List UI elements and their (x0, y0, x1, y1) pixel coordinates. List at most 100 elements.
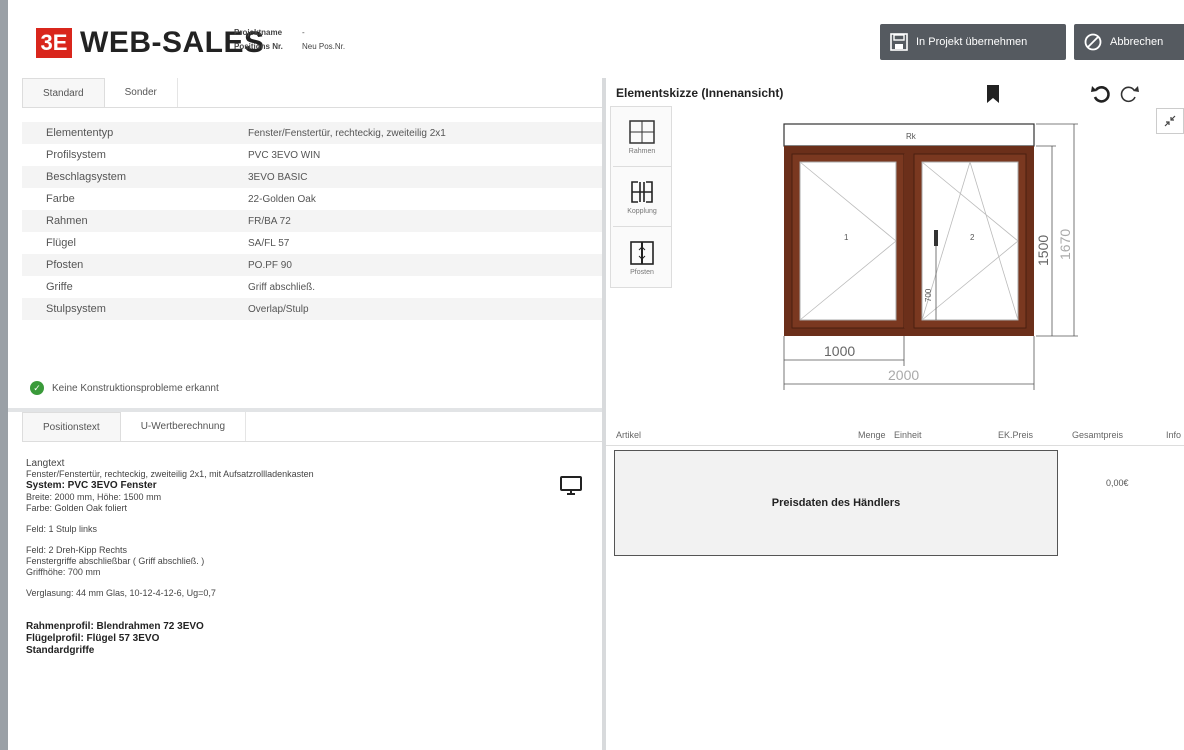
status-text: Keine Konstruktionsprobleme erkannt (52, 382, 219, 394)
left-pane-label: 1 (844, 233, 849, 242)
table-row[interactable]: Flügel SA/FL 57 (22, 232, 602, 254)
tool-label: Kopplung (627, 208, 657, 215)
property-value: FR/BA 72 (248, 215, 291, 227)
longtext-line: Breite: 2000 mm, Höhe: 1500 mm (26, 492, 162, 502)
property-key: Beschlagsystem (46, 171, 127, 183)
save-to-project-button[interactable]: In Projekt übernehmen (880, 24, 1066, 60)
property-key: Griffe (46, 281, 73, 293)
longtext-line: Farbe: Golden Oak foliert (26, 503, 128, 513)
property-value: SA/FL 57 (248, 237, 290, 249)
cancel-icon (1084, 33, 1102, 51)
coupling-icon (631, 181, 653, 203)
total-price-value: 0,00€ (1106, 478, 1129, 488)
table-row[interactable]: Farbe 22-Golden Oak (22, 188, 602, 210)
property-key: Pfosten (46, 259, 84, 271)
undo-icon[interactable] (1090, 82, 1112, 104)
property-value: PO.PF 90 (248, 259, 292, 271)
tab-u-wert[interactable]: U-Wertberechnung (121, 412, 247, 441)
property-key: Farbe (46, 193, 75, 205)
longtext-line: Verglasung: 44 mm Glas, 10-12-4-12-6, Ug… (26, 588, 216, 598)
sketch-panel: Elementskizze (Innenansicht) Rahmen Kopp… (606, 78, 1184, 750)
column-header-artikel[interactable]: Artikel (616, 430, 641, 440)
longtext-line: Fenstergriffe abschließbar ( Griff absch… (26, 556, 205, 566)
company-logo: 3E (36, 28, 72, 58)
position-value: Neu Pos.Nr. (302, 42, 346, 51)
cancel-button-label: Abbrechen (1110, 36, 1164, 48)
longtext-heading: Langtext (26, 458, 65, 469)
longtext-line: Griffhöhe: 700 mm (26, 567, 101, 577)
dim-width-pane: 1000 (824, 343, 855, 359)
header-meta: Projektname - Positions Nr. Neu Pos.Nr. (234, 26, 345, 54)
tool-pfosten[interactable]: Pfosten (613, 229, 671, 287)
table-row[interactable]: Beschlagsystem 3EVO BASIC (22, 166, 602, 188)
window-left-edge (0, 0, 8, 750)
property-value: Fenster/Fenstertür, rechteckig, zweiteil… (248, 127, 446, 139)
properties-tabs: Standard Sonder (22, 78, 602, 108)
tab-sonder[interactable]: Sonder (105, 78, 178, 107)
table-row[interactable]: Profilsystem PVC 3EVO WIN (22, 144, 602, 166)
longtext-line: Fenster/Fenstertür, rechteckig, zweiteil… (26, 469, 314, 479)
handle-height-label: 700 (924, 288, 933, 302)
table-row[interactable]: Elemententyp Fenster/Fenstertür, rechteck… (22, 122, 602, 144)
tool-label: Pfosten (630, 268, 654, 276)
save-icon (890, 33, 908, 51)
sketch-toolbar: Rahmen Kopplung Pfosten (610, 106, 672, 288)
long-text: Langtext Fenster/Fenstertür, rechteckig,… (26, 458, 486, 667)
column-header-gesamtpreis[interactable]: Gesamtpreis (1072, 430, 1123, 440)
table-row[interactable]: Pfosten PO.PF 90 (22, 254, 602, 276)
collapse-button[interactable] (1156, 108, 1184, 134)
sketch-title: Elementskizze (Innenansicht) (616, 86, 784, 100)
property-key: Rahmen (46, 215, 88, 227)
window-handle (934, 230, 938, 246)
dim-height-inner: 1500 (1035, 235, 1051, 266)
longtext-line: Feld: 2 Dreh-Kipp Rechts (26, 545, 128, 555)
properties-panel: Standard Sonder Elemententyp Fenster/Fens… (22, 78, 602, 408)
check-circle-icon: ✓ (30, 381, 44, 395)
properties-table: Elemententyp Fenster/Fenstertür, rechteck… (22, 122, 602, 320)
monitor-icon[interactable] (560, 476, 582, 496)
position-label: Positions Nr. (234, 42, 283, 51)
tool-kopplung[interactable]: Kopplung (613, 169, 671, 227)
column-header-menge[interactable]: Menge (858, 430, 886, 440)
longtext-bold-line: Rahmenprofil: Blendrahmen 72 3EVO (26, 621, 204, 632)
tool-label: Rahmen (628, 148, 656, 155)
dealer-price-box[interactable]: Preisdaten des Händlers (614, 450, 1058, 556)
construction-status: ✓ Keine Konstruktionsprobleme erkannt (30, 381, 219, 395)
mullion (904, 154, 914, 328)
price-grid-header: Artikel Menge Einheit EK.Preis Gesamtpre… (606, 422, 1184, 446)
frame-icon (629, 120, 655, 144)
property-value: PVC 3EVO WIN (248, 149, 321, 161)
position-text-panel: Positionstext U-Wertberechnung Langtext … (22, 412, 602, 750)
column-header-info[interactable]: Info (1166, 430, 1181, 440)
tab-standard[interactable]: Standard (22, 78, 105, 107)
dim-height-total: 1670 (1057, 229, 1073, 260)
redo-icon[interactable] (1118, 82, 1140, 104)
window-sketch[interactable]: Rk 1 2 700 1500 1670 1000 2000 (756, 110, 1086, 400)
column-header-einheit[interactable]: Einheit (894, 430, 922, 440)
property-key: Profilsystem (46, 149, 106, 161)
project-label: Projektname (234, 28, 283, 37)
tab-positionstext[interactable]: Positionstext (22, 412, 121, 441)
table-row[interactable]: Griffe Griff abschließ. (22, 276, 602, 298)
save-button-label: In Projekt übernehmen (916, 36, 1028, 48)
app-header: 3E WEB-SALES Projektname - Positions Nr. N… (8, 0, 1184, 78)
shutter-box-label: Rk (906, 132, 917, 141)
dim-width-total: 2000 (888, 367, 919, 383)
bookmark-icon[interactable] (986, 84, 1000, 104)
longtext-line: System: PVC 3EVO Fenster (26, 480, 157, 491)
longtext-line: Feld: 1 Stulp links (26, 524, 98, 534)
tool-rahmen[interactable]: Rahmen (613, 109, 671, 167)
property-value: 22-Golden Oak (248, 193, 316, 205)
dealer-price-label: Preisdaten des Händlers (771, 497, 901, 509)
property-key: Flügel (46, 237, 76, 249)
longtext-bold-line: Flügelprofil: Flügel 57 3EVO (26, 633, 160, 644)
project-value: - (302, 28, 305, 37)
mullion-icon (630, 240, 654, 265)
longtext-bold-line: Standardgriffe (26, 645, 95, 656)
table-row[interactable]: Rahmen FR/BA 72 (22, 210, 602, 232)
table-row[interactable]: Stulpsystem Overlap/Stulp (22, 298, 602, 320)
column-header-ek-preis[interactable]: EK.Preis (998, 430, 1033, 440)
text-tabs: Positionstext U-Wertberechnung (22, 412, 602, 442)
property-value: 3EVO BASIC (248, 171, 308, 183)
cancel-button[interactable]: Abbrechen (1074, 24, 1184, 60)
